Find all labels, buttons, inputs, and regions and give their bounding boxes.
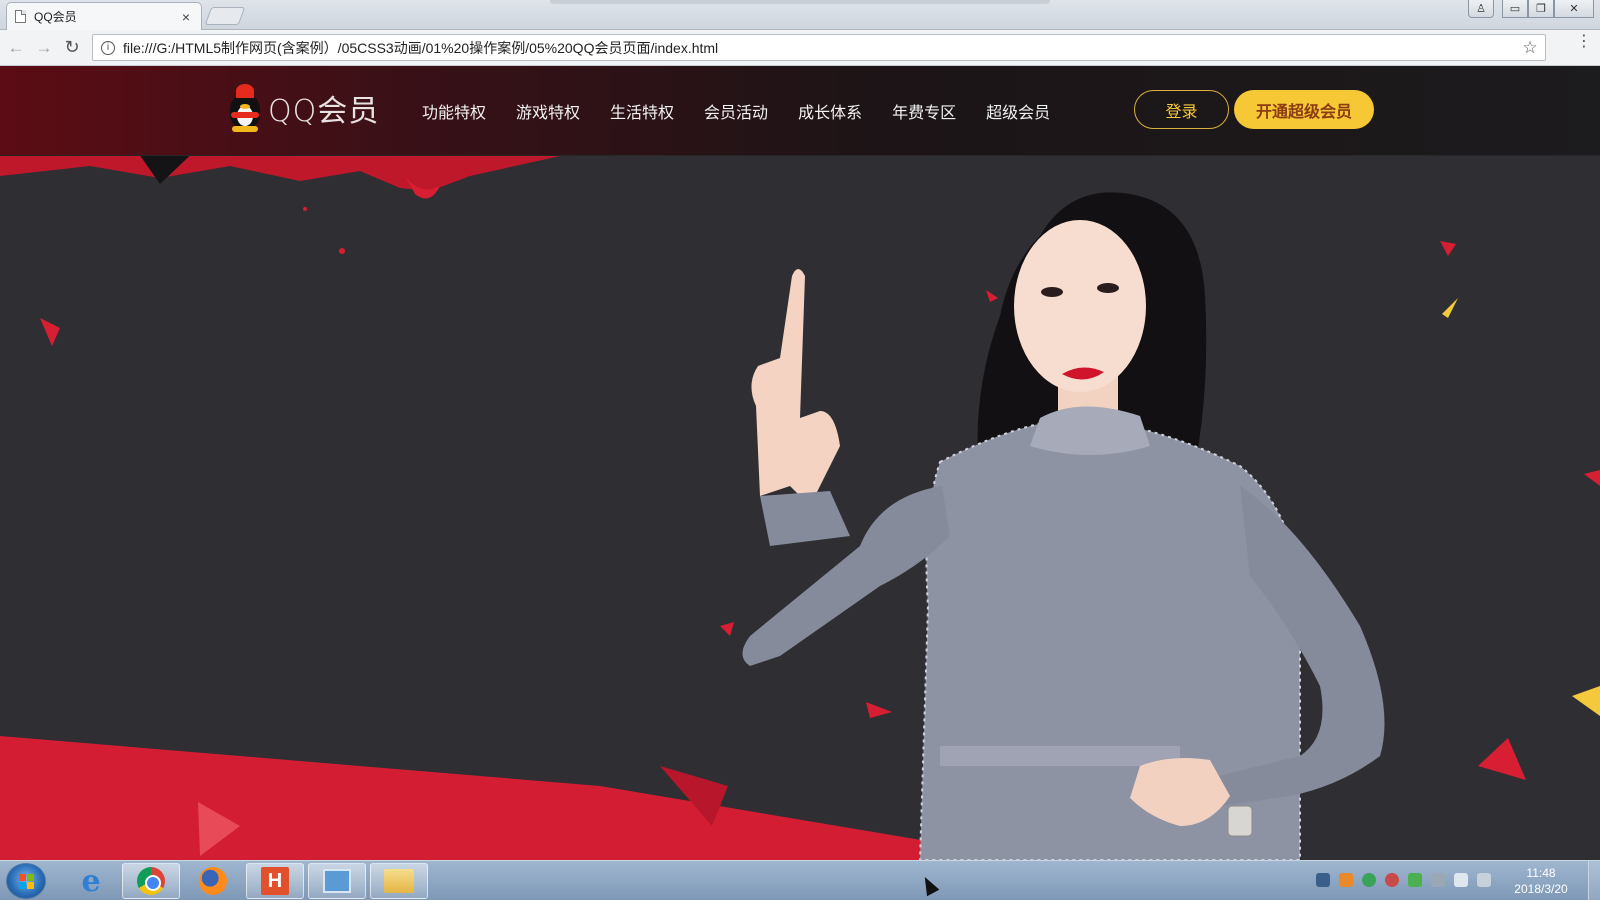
tab-close-icon[interactable]: × (179, 9, 193, 25)
clock-time: 11:48 (1526, 866, 1556, 880)
browser-menu-icon[interactable]: ⋮ (1576, 34, 1592, 50)
red-triangle (1478, 738, 1526, 780)
remote-desktop-icon (323, 869, 351, 893)
browser-tab[interactable]: QQ会员 × (6, 2, 202, 30)
open-super-vip-button[interactable]: 开通超级会员 (1234, 90, 1374, 129)
internet-explorer-icon: e (81, 863, 101, 899)
red-triangle (866, 702, 892, 718)
forward-icon[interactable]: → (32, 36, 56, 60)
user-profile-icon[interactable]: ♙ (1468, 0, 1494, 18)
usb-tray-icon[interactable] (1431, 873, 1445, 887)
taskbar-hbuilder[interactable]: H (246, 863, 304, 899)
taskbar-explorer[interactable] (370, 863, 428, 899)
red-triangle (986, 290, 998, 302)
nav-item-game-privileges[interactable]: 游戏特权 (516, 99, 580, 123)
volume-icon[interactable] (1454, 873, 1468, 887)
shield-tray-icon[interactable] (1408, 873, 1422, 887)
taskbar-clock[interactable]: 11:48 2018/3/20 (1506, 865, 1576, 897)
qq-penguin-icon (226, 84, 264, 132)
windows-logo-icon (19, 874, 35, 890)
nav-item-annual-zone[interactable]: 年费专区 (892, 99, 956, 123)
red-drop (339, 248, 345, 254)
minimize-button[interactable]: ▭ (1502, 0, 1528, 18)
logo-text: QQ会员 (268, 94, 380, 129)
taskbar-remote[interactable] (308, 863, 366, 899)
red-triangle (40, 318, 60, 346)
start-button[interactable] (6, 863, 46, 899)
red-triangle (1440, 241, 1456, 256)
red-drop (303, 207, 307, 211)
nav-item-life-privileges[interactable]: 生活特权 (610, 99, 674, 123)
hero-model (742, 192, 1385, 860)
window-drag-handle[interactable] (550, 0, 1050, 4)
folder-icon (384, 869, 414, 893)
clock-date: 2018/3/20 (1514, 882, 1568, 896)
hero-banner (0, 88, 1600, 860)
show-desktop-button[interactable] (1588, 861, 1600, 900)
yellow-triangle (1442, 298, 1458, 318)
nav-item-member-events[interactable]: 会员活动 (704, 99, 768, 123)
reload-icon[interactable]: ↻ (60, 36, 84, 60)
nav-item-feature-privileges[interactable]: 功能特权 (422, 99, 486, 123)
system-tray (1316, 873, 1500, 887)
taskbar-chrome[interactable] (122, 863, 180, 899)
back-icon[interactable]: ← (4, 36, 28, 60)
taskbar-ie[interactable]: e (62, 863, 120, 899)
hbuilder-icon: H (261, 867, 289, 895)
new-tab-button[interactable] (204, 7, 246, 25)
main-nav: 功能特权 游戏特权 生活特权 会员活动 成长体系 年费专区 超级会员 (422, 99, 1080, 123)
taskbar-firefox[interactable] (184, 863, 242, 899)
taskbar: e H 11:48 2018/3/20 (0, 860, 1600, 900)
url-text[interactable]: file:///G:/HTML5制作网页(含案例）/05CSS3动画/01%20… (123, 38, 1519, 58)
network-tray-icon[interactable] (1316, 873, 1330, 887)
nav-item-growth-system[interactable]: 成长体系 (798, 99, 862, 123)
red-splash (0, 156, 560, 191)
firefox-icon (199, 867, 227, 895)
login-button[interactable]: 登录 (1134, 90, 1229, 129)
tab-title: QQ会员 (34, 10, 77, 24)
browser-tabstrip: QQ会员 × ♙ ▭ ❐ ✕ (0, 0, 1600, 30)
web-page: QQ会员 功能特权 游戏特权 生活特权 会员活动 成长体系 年费专区 超级会员 … (0, 66, 1600, 860)
page-icon (15, 10, 26, 23)
update-tray-icon[interactable] (1385, 873, 1399, 887)
red-triangle (1584, 470, 1600, 486)
bookmark-star-icon[interactable]: ☆ (1519, 38, 1541, 58)
app-tray-icon[interactable] (1339, 873, 1353, 887)
window-controls: ♙ ▭ ❐ ✕ (1468, 0, 1594, 18)
display-tray-icon[interactable] (1477, 873, 1491, 887)
security-tray-icon[interactable] (1362, 873, 1376, 887)
yellow-triangle (1572, 686, 1600, 716)
address-bar[interactable]: i file:///G:/HTML5制作网页(含案例）/05CSS3动画/01%… (92, 34, 1546, 61)
info-icon[interactable]: i (101, 40, 115, 55)
chrome-icon (137, 867, 165, 895)
qq-vip-logo[interactable]: QQ会员 (226, 84, 379, 132)
maximize-button[interactable]: ❐ (1528, 0, 1554, 18)
nav-item-super-vip[interactable]: 超级会员 (986, 99, 1050, 123)
red-triangle (720, 622, 734, 636)
close-window-button[interactable]: ✕ (1554, 0, 1594, 18)
browser-toolbar: ← → ↻ i file:///G:/HTML5制作网页(含案例）/05CSS3… (0, 30, 1600, 66)
red-band (0, 736, 1040, 860)
